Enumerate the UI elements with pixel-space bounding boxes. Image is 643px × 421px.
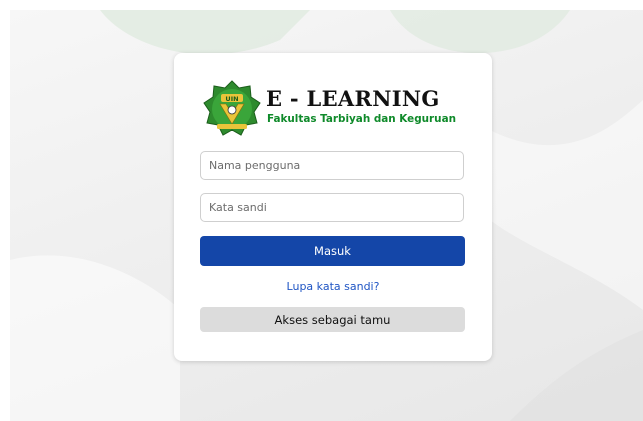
top-margin: [0, 0, 643, 10]
page-background: UIN E - LEARNING Fakultas Tarbiyah dan K…: [10, 10, 643, 421]
forgot-password-link[interactable]: Lupa kata sandi?: [174, 280, 492, 293]
brand-header: UIN E - LEARNING Fakultas Tarbiyah dan K…: [203, 80, 483, 140]
brand-subtitle: Fakultas Tarbiyah dan Keguruan: [267, 113, 456, 125]
brand-title: E - LEARNING: [266, 86, 440, 111]
login-button[interactable]: Masuk: [200, 236, 465, 266]
uin-emblem-icon: UIN: [203, 80, 261, 136]
username-input[interactable]: [200, 151, 464, 180]
password-input[interactable]: [200, 193, 464, 222]
guest-access-button[interactable]: Akses sebagai tamu: [200, 307, 465, 332]
svg-text:UIN: UIN: [225, 95, 238, 103]
login-card: UIN E - LEARNING Fakultas Tarbiyah dan K…: [174, 53, 492, 361]
